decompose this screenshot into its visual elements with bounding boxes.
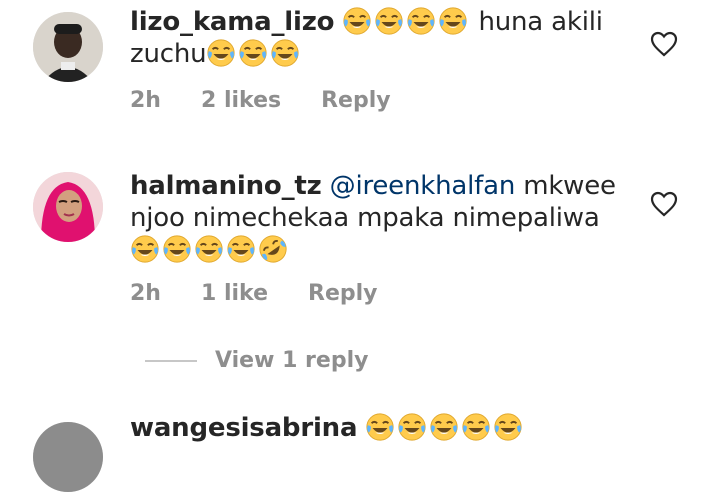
face-with-tears-of-joy-emoji <box>162 234 192 264</box>
rolling-on-floor-laughing-emoji <box>258 234 288 264</box>
face-with-tears-of-joy-emoji <box>270 38 300 68</box>
face-with-tears-of-joy-emoji <box>365 412 395 442</box>
face-with-tears-of-joy-emoji <box>406 6 436 36</box>
face-with-tears-of-joy-emoji <box>374 6 404 36</box>
face-with-tears-of-joy-emoji <box>130 234 160 264</box>
comment-body: halmanino_tz @ireenkhalfan mkwee njoo ni… <box>130 170 640 266</box>
avatar[interactable] <box>33 172 103 242</box>
face-with-tears-of-joy-emoji <box>429 412 459 442</box>
face-with-tears-of-joy-emoji <box>226 234 256 264</box>
face-with-tears-of-joy-emoji <box>194 234 224 264</box>
user-avatar-photo <box>33 172 103 242</box>
face-with-tears-of-joy-emoji <box>461 412 491 442</box>
comment-time: 2h <box>130 88 161 113</box>
divider-line <box>145 359 197 362</box>
comment-meta: 2h 1 like Reply <box>130 281 378 306</box>
face-with-tears-of-joy-emoji <box>397 412 427 442</box>
avatar[interactable] <box>33 12 103 82</box>
user-avatar-photo <box>33 12 103 82</box>
likes-count-link[interactable]: 1 like <box>201 281 268 306</box>
comment-time: 2h <box>130 281 161 306</box>
heart-icon[interactable] <box>650 31 678 57</box>
mention-link[interactable]: @ireenkhalfan <box>330 171 516 201</box>
face-with-tears-of-joy-emoji <box>206 38 236 68</box>
face-with-tears-of-joy-emoji <box>438 6 468 36</box>
comment-username[interactable]: wangesisabrina <box>130 413 358 443</box>
reply-button[interactable]: Reply <box>321 88 391 113</box>
heart-icon[interactable] <box>650 191 678 217</box>
view-replies-label: View 1 reply <box>215 348 369 373</box>
face-with-tears-of-joy-emoji <box>238 38 268 68</box>
comment-body: lizo_kama_lizo huna akili zuchu <box>130 6 640 70</box>
comment-meta: 2h 2 likes Reply <box>130 88 391 113</box>
comment-username[interactable]: halmanino_tz <box>130 171 322 201</box>
face-with-tears-of-joy-emoji <box>342 6 372 36</box>
likes-count-link[interactable]: 2 likes <box>201 88 281 113</box>
reply-button[interactable]: Reply <box>308 281 378 306</box>
comment-body: wangesisabrina <box>130 412 640 444</box>
view-replies-button[interactable]: View 1 reply <box>145 348 368 373</box>
comment-username[interactable]: lizo_kama_lizo <box>130 7 335 37</box>
face-with-tears-of-joy-emoji <box>493 412 523 442</box>
